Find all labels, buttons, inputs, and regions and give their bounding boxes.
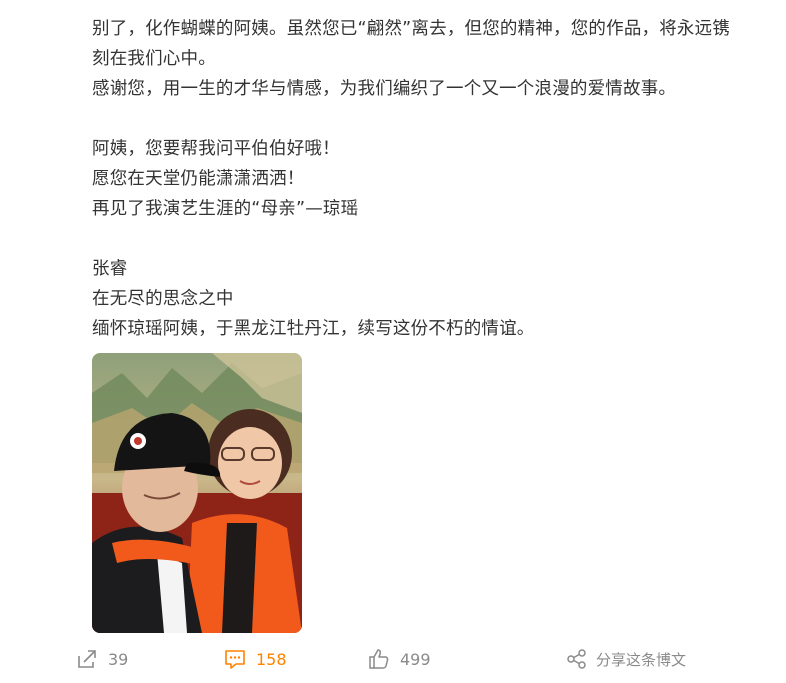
post-signature: 张睿	[92, 259, 128, 279]
share-button[interactable]: 分享这条博文	[566, 646, 686, 672]
post-line: 在无尽的思念之中	[92, 289, 234, 309]
post-line: 别了，化作蝴蝶的阿姨。虽然您已“翩然”离去，但您的精神，您的作品，将永远镌	[92, 19, 731, 39]
post-line: 感谢您，用一生的才华与情感，为我们编织了一个又一个浪漫的爱情故事。	[92, 79, 677, 99]
post-paragraph: 阿姨，您要帮我问平伯伯好哦！ 愿您在天堂仍能潇潇洒洒！ 再见了我演艺生涯的“母亲…	[92, 134, 772, 224]
like-button[interactable]: 499	[368, 646, 431, 672]
repost-button[interactable]: 39	[76, 646, 128, 672]
share-label: 分享这条博文	[596, 650, 687, 669]
post-line: 刻在我们心中。	[92, 49, 216, 69]
comment-button[interactable]: 158	[224, 646, 287, 672]
thumbs-up-icon	[368, 648, 390, 670]
post-action-bar: 39 158 499 分享这条博文	[0, 640, 786, 678]
like-count: 499	[400, 649, 431, 669]
photo-illustration	[92, 353, 302, 633]
share-icon	[566, 648, 588, 670]
post-content: 别了，化作蝴蝶的阿姨。虽然您已“翩然”离去，但您的精神，您的作品，将永远镌 刻在…	[92, 14, 772, 344]
post-line: 阿姨，您要帮我问平伯伯好哦！	[92, 139, 340, 159]
post-photo[interactable]	[92, 353, 302, 633]
post-paragraph: 别了，化作蝴蝶的阿姨。虽然您已“翩然”离去，但您的精神，您的作品，将永远镌 刻在…	[92, 14, 772, 104]
post-line: 愿您在天堂仍能潇潇洒洒！	[92, 169, 305, 189]
comment-icon	[224, 648, 246, 670]
comment-count: 158	[256, 649, 287, 669]
post-line: 缅怀琼瑶阿姨，于黑龙江牡丹江，续写这份不朽的情谊。	[92, 319, 535, 339]
repost-icon	[76, 648, 98, 670]
post-line: 再见了我演艺生涯的“母亲”—琼瑶	[92, 199, 359, 219]
post-paragraph: 张睿 在无尽的思念之中 缅怀琼瑶阿姨，于黑龙江牡丹江，续写这份不朽的情谊。	[92, 254, 772, 344]
repost-count: 39	[108, 649, 129, 669]
